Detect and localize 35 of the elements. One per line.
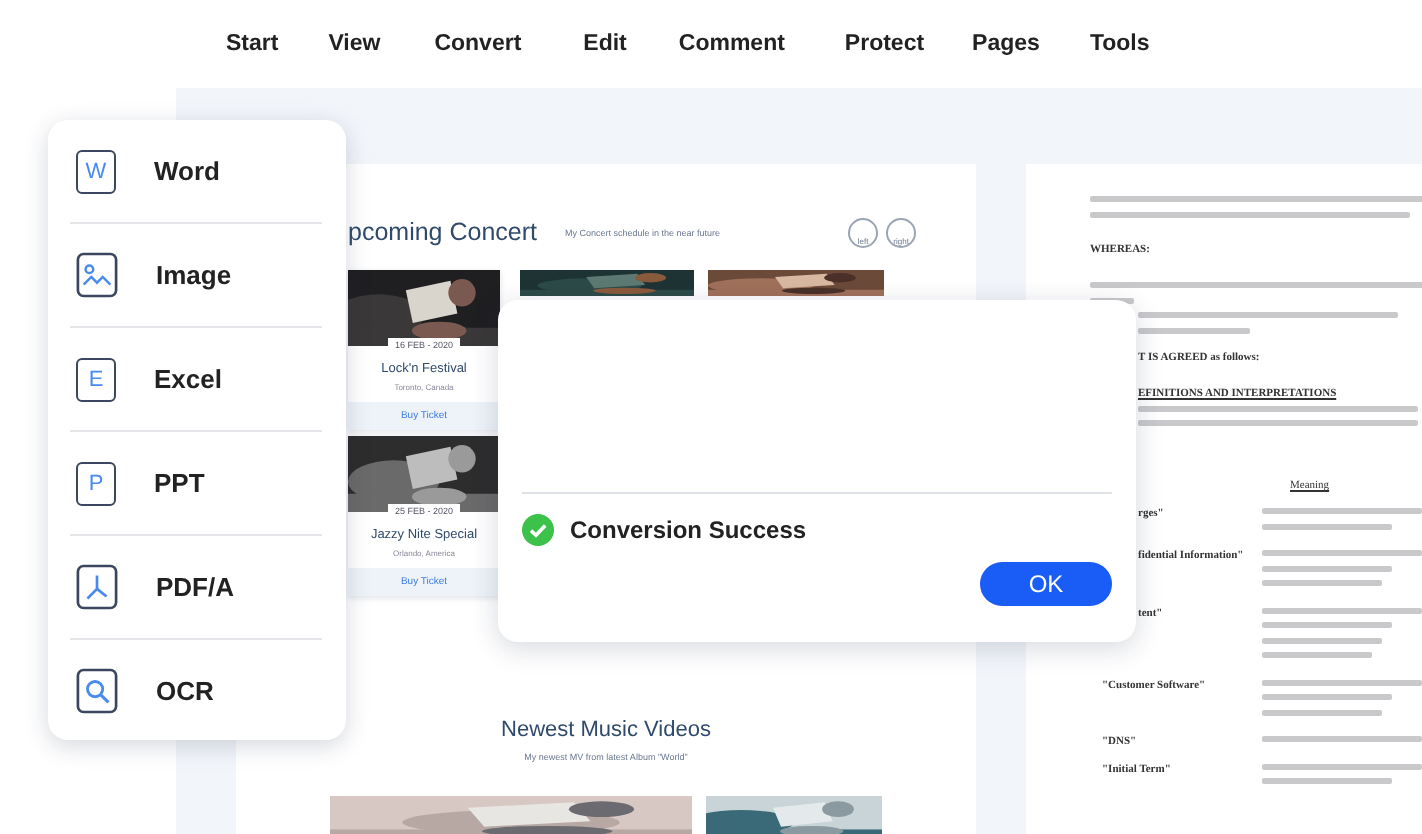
menu-item[interactable]: Image xyxy=(70,224,322,328)
search-icon xyxy=(76,668,118,714)
success-check-icon xyxy=(522,514,554,546)
pdf-icon xyxy=(76,564,118,610)
blurred-text-line xyxy=(1262,637,1382,643)
blurred-text-line xyxy=(1262,778,1392,784)
blurred-text-line xyxy=(1138,327,1250,333)
blurred-text-line xyxy=(1262,565,1392,571)
menu-item[interactable]: Start xyxy=(226,32,279,56)
blurred-text-line xyxy=(1262,580,1382,586)
blurred-text-line xyxy=(1262,694,1392,700)
menu-item[interactable]: W Word xyxy=(70,120,322,224)
menu-item[interactable]: E Excel xyxy=(70,328,322,432)
blurred-text-line xyxy=(1262,709,1382,715)
file-type-icon: E xyxy=(76,357,116,401)
menu-item[interactable]: Edit xyxy=(583,32,627,56)
image-icon xyxy=(76,252,118,298)
menu-item[interactable]: View xyxy=(328,32,381,56)
menu-item[interactable]: Tools xyxy=(1089,32,1150,56)
blurred-text-line xyxy=(1262,622,1392,628)
status-message: Conversion Success xyxy=(570,516,807,544)
menu-item[interactable]: Pages xyxy=(972,32,1040,56)
blurred-text-line xyxy=(1262,652,1372,658)
menu-item[interactable]: Convert xyxy=(434,32,522,56)
section-title: pcoming Concert xyxy=(348,218,537,246)
menu-item[interactable]: P PPT xyxy=(70,432,322,536)
file-type-icon: P xyxy=(76,461,116,505)
ok-button[interactable]: OK xyxy=(980,562,1112,606)
blurred-text-line xyxy=(1262,523,1392,529)
menu-item[interactable]: PDF/A xyxy=(70,536,322,640)
menu-item[interactable]: Comment xyxy=(678,32,785,56)
section-title: Newest Music Videos xyxy=(499,718,713,742)
menu-item[interactable]: OCR xyxy=(70,640,322,742)
file-type-icon: W xyxy=(76,149,116,193)
menu-item[interactable]: Protect xyxy=(844,32,925,56)
